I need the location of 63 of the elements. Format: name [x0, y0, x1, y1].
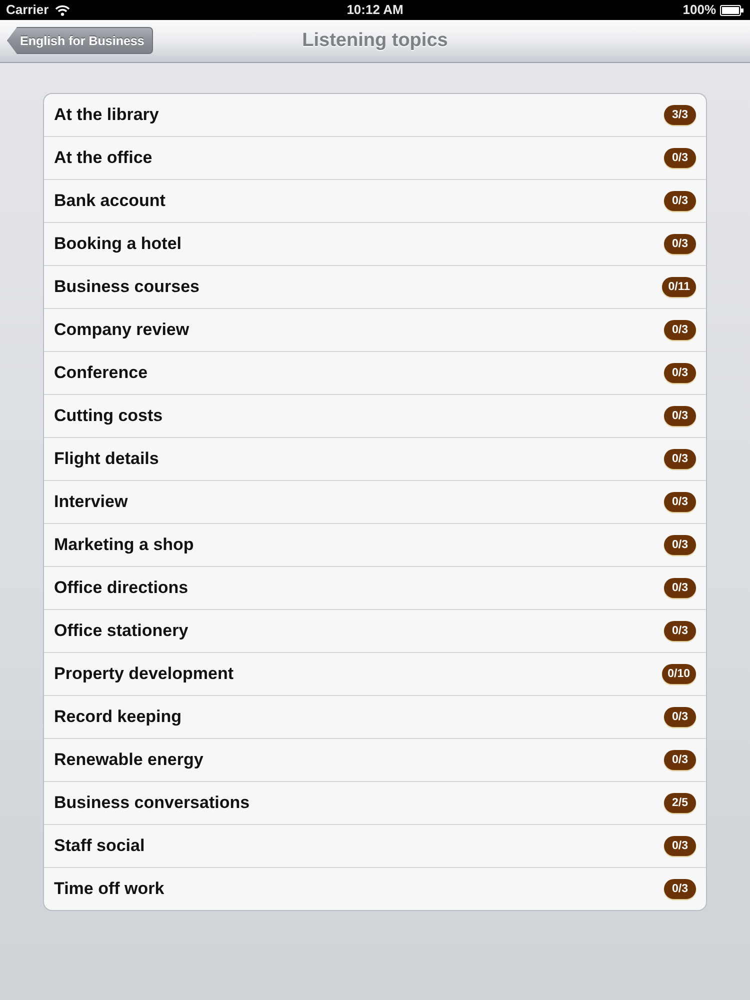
topic-title: Cutting costs: [54, 406, 163, 426]
topic-title: Marketing a shop: [54, 535, 194, 555]
progress-badge: 3/3: [664, 105, 696, 125]
topic-row[interactable]: Booking a hotel 0/3: [44, 222, 706, 265]
progress-badge: 0/3: [664, 621, 696, 641]
topic-title: Conference: [54, 363, 148, 383]
topic-row[interactable]: Staff social 0/3: [44, 824, 706, 867]
topic-title: Record keeping: [54, 707, 182, 727]
progress-badge: 0/3: [664, 750, 696, 770]
topic-row[interactable]: At the office 0/3: [44, 136, 706, 179]
topic-row[interactable]: Business conversations 2/5: [44, 781, 706, 824]
progress-badge: 0/3: [664, 234, 696, 254]
topic-row[interactable]: Interview 0/3: [44, 480, 706, 523]
progress-badge: 0/3: [664, 535, 696, 555]
topic-row[interactable]: Office stationery 0/3: [44, 609, 706, 652]
battery-percentage: 100%: [682, 2, 716, 18]
topic-row[interactable]: Conference 0/3: [44, 351, 706, 394]
progress-badge: 2/5: [664, 793, 696, 813]
progress-badge: 0/3: [664, 363, 696, 383]
topic-row[interactable]: Office directions 0/3: [44, 566, 706, 609]
progress-badge: 0/3: [664, 320, 696, 340]
topic-title: Staff social: [54, 836, 145, 856]
progress-badge: 0/3: [664, 836, 696, 856]
topic-title: Company review: [54, 320, 190, 340]
topic-title: Interview: [54, 492, 128, 512]
progress-badge: 0/3: [664, 191, 696, 211]
topic-row[interactable]: Marketing a shop 0/3: [44, 523, 706, 566]
topic-title: Office directions: [54, 578, 188, 598]
topic-title: Business courses: [54, 277, 200, 297]
topic-row[interactable]: Property development 0/10: [44, 652, 706, 695]
carrier-label: Carrier: [6, 2, 49, 18]
topic-title: Booking a hotel: [54, 234, 182, 254]
topic-row[interactable]: At the library 3/3: [44, 94, 706, 136]
topic-row[interactable]: Bank account 0/3: [44, 179, 706, 222]
topic-title: Flight details: [54, 449, 159, 469]
progress-badge: 0/11: [662, 277, 696, 297]
screen-title: Listening topics: [302, 30, 448, 52]
topic-row[interactable]: Business courses 0/11: [44, 265, 706, 308]
topic-row[interactable]: Flight details 0/3: [44, 437, 706, 480]
progress-badge: 0/3: [664, 449, 696, 469]
wifi-icon: [54, 4, 70, 16]
progress-badge: 0/10: [662, 664, 696, 684]
progress-badge: 0/3: [664, 707, 696, 727]
progress-badge: 0/3: [664, 879, 696, 899]
topic-row[interactable]: Record keeping 0/3: [44, 695, 706, 738]
battery-icon: [720, 4, 744, 16]
topic-row[interactable]: Time off work 0/3: [44, 867, 706, 910]
topic-title: Property development: [54, 664, 234, 684]
topic-row[interactable]: Company review 0/3: [44, 308, 706, 351]
topic-title: At the office: [54, 148, 152, 168]
progress-badge: 0/3: [664, 578, 696, 598]
topic-title: Time off work: [54, 879, 164, 899]
topic-title: Business conversations: [54, 793, 250, 813]
progress-badge: 0/3: [664, 406, 696, 426]
topic-row[interactable]: Cutting costs 0/3: [44, 394, 706, 437]
topic-title: Renewable energy: [54, 750, 204, 770]
topic-title: Bank account: [54, 191, 166, 211]
topic-title: Office stationery: [54, 621, 188, 641]
topic-row[interactable]: Renewable energy 0/3: [44, 738, 706, 781]
progress-badge: 0/3: [664, 492, 696, 512]
topic-title: At the library: [54, 105, 159, 125]
progress-badge: 0/3: [664, 148, 696, 168]
clock: 10:12 AM: [346, 2, 404, 18]
